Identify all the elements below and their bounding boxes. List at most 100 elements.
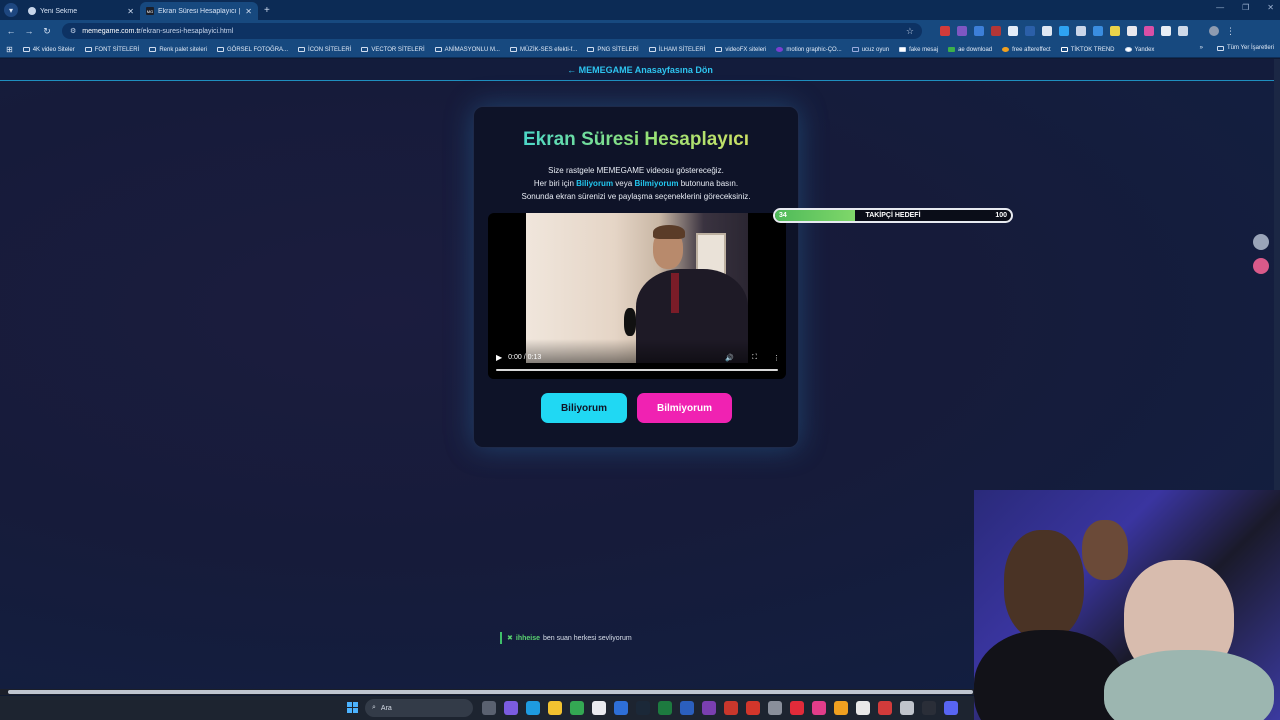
bookmark-star-icon[interactable]: ☆ xyxy=(906,26,914,37)
site-icon xyxy=(776,47,784,52)
scrollbar-thumb[interactable] xyxy=(8,690,973,694)
maximize-icon[interactable]: ❐ xyxy=(1242,3,1249,12)
bookmark-item[interactable]: free aftereffect xyxy=(1002,47,1051,53)
back-to-home-link[interactable]: ← MEMEGAME Anasayfasına Dön xyxy=(0,59,1280,81)
bookmark-item[interactable]: motion graphic-ÇO... xyxy=(776,47,842,53)
app-icon[interactable] xyxy=(834,701,848,715)
app-icon[interactable] xyxy=(592,701,606,715)
profile-avatar-icon[interactable] xyxy=(1209,26,1219,36)
app-icon[interactable] xyxy=(878,701,892,715)
extension-icon[interactable] xyxy=(974,26,984,36)
steam-icon[interactable] xyxy=(636,701,650,715)
forward-arrow-icon[interactable]: → xyxy=(22,26,36,36)
extension-icon[interactable] xyxy=(1127,26,1137,36)
puzzle-extensions-icon[interactable] xyxy=(1178,26,1188,36)
app-icon[interactable] xyxy=(900,701,914,715)
bookmark-item[interactable]: PNG SİTELERİ xyxy=(587,47,639,53)
instagram-icon[interactable] xyxy=(812,701,826,715)
app-icon[interactable] xyxy=(614,701,628,715)
folder-icon xyxy=(1216,45,1224,51)
bookmark-item[interactable]: GÖRSEL FOTOĞRA... xyxy=(217,47,288,53)
apps-grid-icon[interactable]: ⊞ xyxy=(6,45,13,54)
app-icon[interactable] xyxy=(746,701,760,715)
extension-icon[interactable] xyxy=(957,26,967,36)
video-player[interactable]: ▶ 0:00 / 0:13 🔊 ⛶ ⋮ xyxy=(488,213,786,379)
bookmark-item[interactable]: ucuz oyun xyxy=(851,47,889,53)
bookmark-item[interactable]: Yandex xyxy=(1124,47,1154,53)
bookmark-item[interactable]: TİKTOK TREND xyxy=(1060,47,1115,53)
folder-icon xyxy=(509,47,517,52)
tab-search-icon[interactable]: ▾ xyxy=(4,3,18,17)
windows-start-icon[interactable] xyxy=(347,702,358,713)
new-tab-plus-icon[interactable]: + xyxy=(264,5,270,16)
side-widgets xyxy=(1253,234,1269,274)
extension-icon[interactable] xyxy=(1093,26,1103,36)
epic-games-icon[interactable] xyxy=(922,701,936,715)
minimize-icon[interactable]: — xyxy=(1216,3,1224,12)
widget-icon[interactable] xyxy=(1253,258,1269,274)
app-icon[interactable] xyxy=(504,701,518,715)
play-extension-icon[interactable] xyxy=(1059,26,1069,36)
yandex-icon xyxy=(1124,47,1132,52)
menu-dots-icon[interactable]: ⋮ xyxy=(1226,26,1236,36)
back-arrow-icon[interactable]: ← xyxy=(4,26,18,36)
task-view-icon[interactable] xyxy=(482,701,496,715)
extension-icon[interactable] xyxy=(940,26,950,36)
bookmark-item[interactable]: İCON SİTELERİ xyxy=(298,47,351,53)
app-icon[interactable] xyxy=(768,701,782,715)
extension-icon[interactable] xyxy=(1025,26,1035,36)
tab-new-tab[interactable]: Yeni Sekme ✕ xyxy=(22,2,140,20)
know-button[interactable]: Biliyorum xyxy=(541,393,627,423)
all-bookmarks-button[interactable]: Tüm Yer İşaretleri xyxy=(1216,45,1274,51)
pen-icon[interactable] xyxy=(1042,26,1052,36)
file-explorer-icon[interactable] xyxy=(548,701,562,715)
app-icon[interactable] xyxy=(702,701,716,715)
extension-icon[interactable] xyxy=(991,26,1001,36)
bookmark-item[interactable]: ae download xyxy=(948,47,992,53)
fullscreen-icon[interactable]: ⛶ xyxy=(752,354,757,362)
taskbar-search[interactable]: ⌕ Ara xyxy=(365,699,473,717)
reporter-hair xyxy=(653,225,685,239)
video-progress-bar[interactable] xyxy=(496,369,778,371)
edge-icon[interactable] xyxy=(526,701,540,715)
bookmark-item[interactable]: VECTOR SİTELERİ xyxy=(361,47,425,53)
dont-know-button[interactable]: Bilmiyorum xyxy=(637,393,732,423)
extension-icon[interactable] xyxy=(1008,26,1018,36)
volume-icon[interactable]: 🔊 xyxy=(725,354,734,362)
more-options-icon[interactable]: ⋮ xyxy=(773,354,780,362)
bookmark-item[interactable]: MÜZİK-SES efekti-f... xyxy=(509,47,577,53)
notion-icon[interactable] xyxy=(856,701,870,715)
tab-screen-time-calculator[interactable]: MG Ekran Süresi Hesaplayıcı | MEME ✕ xyxy=(140,2,258,20)
extension-icon[interactable] xyxy=(1161,26,1171,36)
close-window-icon[interactable]: ✕ xyxy=(1267,3,1274,12)
tab-title: Yeni Sekme xyxy=(40,7,78,15)
widget-icon[interactable] xyxy=(1253,234,1269,250)
close-tab-icon[interactable]: ✕ xyxy=(245,7,252,16)
bookmarks-overflow-icon[interactable]: » xyxy=(1200,45,1203,51)
bookmark-item[interactable]: FONT SİTELERİ xyxy=(84,47,139,53)
discord-icon[interactable] xyxy=(944,701,958,715)
reload-icon[interactable]: ↻ xyxy=(40,26,54,37)
chrome-icon[interactable] xyxy=(570,701,584,715)
bookmark-item[interactable]: videoFX siteleri xyxy=(715,47,766,53)
play-icon[interactable]: ▶ xyxy=(496,353,502,362)
bookmark-item[interactable]: İLHAM SİTELERİ xyxy=(648,47,705,53)
extension-icon[interactable] xyxy=(1110,26,1120,36)
taskbar-apps xyxy=(482,701,958,715)
person-2 xyxy=(1082,520,1128,580)
app-icon[interactable] xyxy=(790,701,804,715)
address-bar[interactable]: ⚙ memegame.com.tr/ekran-suresi-hesaplayi… xyxy=(62,23,922,39)
folder-icon xyxy=(587,47,595,52)
bookmark-item[interactable]: fake mesaj xyxy=(899,47,938,53)
powerpoint-icon[interactable] xyxy=(724,701,738,715)
bookmarks-bar: ⊞ 4K video Siteler FONT SİTELERİ Renk pa… xyxy=(0,42,1280,58)
shield-icon[interactable] xyxy=(1076,26,1086,36)
bookmark-item[interactable]: Renk palet siteleri xyxy=(149,47,207,53)
close-tab-icon[interactable]: ✕ xyxy=(127,7,134,16)
word-icon[interactable] xyxy=(680,701,694,715)
excel-icon[interactable] xyxy=(658,701,672,715)
bookmark-item[interactable]: ANİMASYONLU M... xyxy=(434,47,500,53)
extension-icon[interactable] xyxy=(1144,26,1154,36)
bookmark-item[interactable]: 4K video Siteler xyxy=(22,47,75,53)
site-info-icon[interactable]: ⚙ xyxy=(70,27,76,35)
